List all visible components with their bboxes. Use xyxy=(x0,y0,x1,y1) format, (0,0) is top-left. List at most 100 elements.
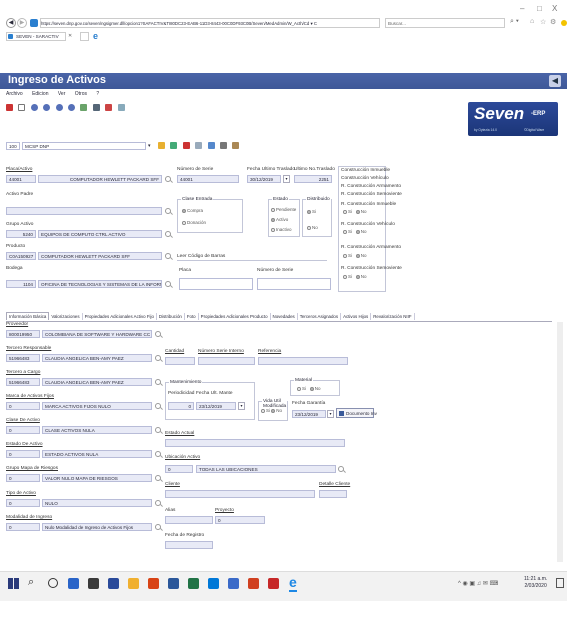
lookup-search-icon[interactable] xyxy=(155,379,161,385)
print-icon[interactable] xyxy=(117,104,125,111)
lookup-search-icon[interactable] xyxy=(155,403,161,409)
app-taskbar-icon-1[interactable] xyxy=(68,578,79,589)
chrome-icon[interactable] xyxy=(248,578,259,589)
cantidad-field[interactable] xyxy=(165,357,195,365)
close-window-button[interactable]: X xyxy=(552,4,557,13)
lookup-desc-field[interactable]: VALOR NULO MAPA DE RIESGOS xyxy=(42,474,152,482)
lookup-code-field[interactable]: 0 xyxy=(6,523,40,531)
garantia-dropdown-icon[interactable]: ▾ xyxy=(327,410,334,418)
vehiculo-radios[interactable]: Si No xyxy=(343,229,367,234)
word-icon[interactable] xyxy=(168,578,179,589)
lookup-code-field[interactable]: 51966483 xyxy=(6,354,40,362)
r-constr-semoviente[interactable]: R. Construcción Semoviente xyxy=(341,192,402,197)
browser-tab[interactable]: SEVEN - SARACTIV xyxy=(6,32,66,41)
pdf-icon[interactable] xyxy=(268,578,279,589)
outlook-icon[interactable] xyxy=(208,578,219,589)
close-tab-icon[interactable]: ✕ xyxy=(68,33,72,39)
lookup-desc-field[interactable]: MARCA ACTIVOS FIJOS NULO xyxy=(42,402,152,410)
lookup-code-field[interactable]: 0 xyxy=(6,426,40,434)
fecha-ult-dropdown-icon[interactable]: ▾ xyxy=(238,402,245,410)
report-icon[interactable] xyxy=(219,142,227,149)
compra-radio[interactable]: Compra xyxy=(182,208,203,213)
home-icon[interactable]: ⌂ xyxy=(530,18,534,25)
proyecto-field[interactable]: 0 xyxy=(215,516,265,524)
num-serie-interno-field[interactable] xyxy=(198,357,255,365)
alias-field[interactable] xyxy=(165,516,213,524)
tab-activos-hijos[interactable]: Activos Hijos xyxy=(341,313,372,320)
bodega-search-icon[interactable] xyxy=(165,281,171,287)
placa-barcode-field[interactable] xyxy=(179,278,253,290)
menu-help[interactable]: ? xyxy=(96,91,99,97)
windows-start-icon[interactable] xyxy=(8,578,19,589)
lookup-desc-field[interactable]: CLASE ACTIVOS NULA xyxy=(42,426,152,434)
first-icon[interactable] xyxy=(30,104,38,111)
constr-vehiculo[interactable]: Construcción Vehículo xyxy=(341,176,389,181)
star-icon[interactable] xyxy=(158,142,165,149)
documento-inv-button[interactable]: Documento Inv xyxy=(336,408,377,418)
inactivo-radio[interactable]: Inactivo xyxy=(271,227,292,232)
serie-barcode-field[interactable] xyxy=(257,278,331,290)
lookup-code-field[interactable]: 800019950 xyxy=(6,330,40,338)
menu-otros[interactable]: Otros xyxy=(75,91,87,97)
copy-icon[interactable] xyxy=(195,142,203,149)
referencia-field[interactable] xyxy=(258,357,348,365)
tab-distribucion[interactable]: Distribución xyxy=(157,313,185,320)
lookup-desc-field[interactable]: CLAUDIA ANGELICA BEN-AMY PAEZ xyxy=(42,378,152,386)
menu-edicion[interactable]: Edicion xyxy=(32,91,48,97)
ie-taskbar-icon[interactable]: e xyxy=(289,574,297,592)
donacion-radio[interactable]: Donación xyxy=(182,220,206,225)
tab-novedades[interactable]: Novedades xyxy=(271,313,298,320)
ultimo-traslado-field[interactable]: 2251 xyxy=(294,175,332,183)
r-constr-armamento[interactable]: R. Construcción Armamento xyxy=(341,184,401,189)
producto-code-field[interactable]: C0A150927 xyxy=(6,252,36,260)
minimize-button[interactable]: – xyxy=(520,4,524,13)
tab-prop-producto[interactable]: Propiedades Adicionales Producto xyxy=(199,313,271,320)
lookup-desc-field[interactable]: COLOMBIANA DE SOFTWARE Y HARDWARE CC xyxy=(42,330,152,338)
fecha-registro-field[interactable] xyxy=(165,541,213,549)
fecha-garantia-field[interactable]: 23/12/2019 xyxy=(292,410,326,418)
placa-code-field[interactable]: 44001 xyxy=(6,175,36,183)
semoviente-radios[interactable]: Si No xyxy=(343,274,367,279)
producto-desc-field[interactable]: COMPUTADOR HEWLETT PACKARD SFF xyxy=(38,252,162,260)
placa-search-icon[interactable] xyxy=(165,176,171,182)
serie-field[interactable]: 44001 xyxy=(177,175,239,183)
lookup-search-icon[interactable] xyxy=(155,475,161,481)
favorites-icon[interactable]: ☆ xyxy=(540,18,546,26)
app-back-icon[interactable]: ◀ xyxy=(549,75,561,87)
lookup-code-field[interactable]: 0 xyxy=(6,499,40,507)
app-taskbar-icon-9[interactable] xyxy=(228,578,239,589)
lookup-code-field[interactable]: 0 xyxy=(6,450,40,458)
cortana-icon[interactable] xyxy=(48,578,58,588)
remove-icon[interactable] xyxy=(182,142,190,149)
grid-icon[interactable] xyxy=(80,104,88,111)
lookup-desc-field[interactable]: Nulo Modalidad de Ingreso de Activos Fij… xyxy=(42,523,152,531)
distribuido-no-radio[interactable]: No xyxy=(307,225,318,230)
new-icon[interactable] xyxy=(6,104,13,111)
address-bar[interactable]: https://seven.dnp.gov.co/seven/ngsigmer.… xyxy=(40,18,380,28)
next-icon[interactable] xyxy=(55,104,63,111)
lookup-search-icon[interactable] xyxy=(155,355,161,361)
notification-icon[interactable] xyxy=(556,578,564,588)
tab-revalorizacion[interactable]: Revalorización NIIF xyxy=(371,313,415,320)
tab-foto[interactable]: Foto xyxy=(185,313,199,320)
find-icon[interactable] xyxy=(207,142,215,149)
pendiente-radio[interactable]: Pendiente xyxy=(271,207,296,212)
lookup-search-icon[interactable] xyxy=(155,427,161,433)
tray-icons[interactable]: ^ ◉ ▣ ♫ ✉ ⌨ xyxy=(458,580,498,587)
search-icon[interactable]: ⌕ ▾ xyxy=(510,18,519,26)
cliente-field[interactable] xyxy=(165,490,315,498)
vida-util-radios[interactable]: Si No xyxy=(261,408,282,413)
lookup-search-icon[interactable] xyxy=(155,451,161,457)
company-name-field[interactable]: MCSP DNP xyxy=(22,142,146,150)
lookup-search-icon[interactable] xyxy=(155,524,161,530)
menu-ver[interactable]: Ver xyxy=(58,91,66,97)
fecha-traslado-field[interactable]: 30/12/2019 xyxy=(247,175,281,183)
grupo-search-icon[interactable] xyxy=(165,231,171,237)
tab-info-basica[interactable]: Información Básica xyxy=(6,312,50,320)
detalle-cliente-field[interactable] xyxy=(319,490,347,498)
padre-field[interactable] xyxy=(6,207,162,215)
delete-icon[interactable] xyxy=(105,104,113,111)
producto-search-icon[interactable] xyxy=(165,253,171,259)
padre-search-icon[interactable] xyxy=(165,208,171,214)
company-code-field[interactable]: 100 xyxy=(6,142,20,150)
